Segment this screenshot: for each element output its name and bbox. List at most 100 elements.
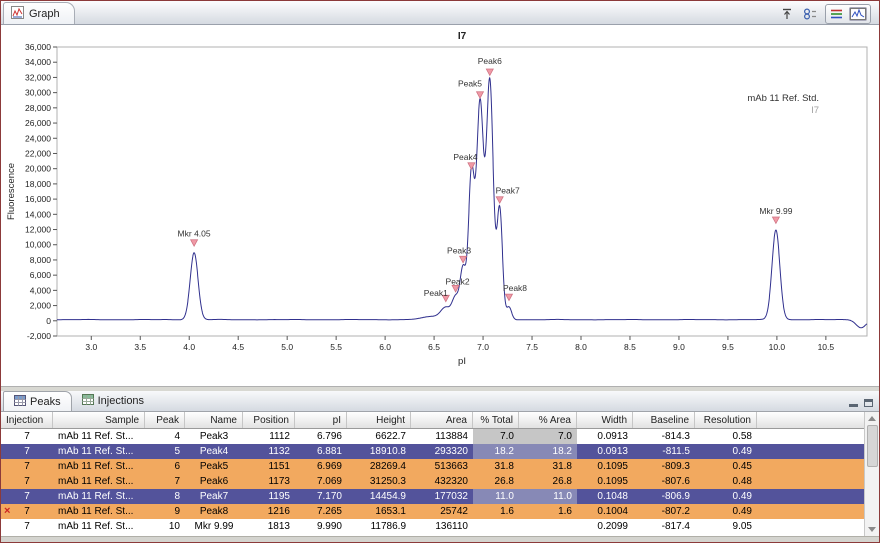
svg-text:10.0: 10.0	[769, 342, 786, 352]
table-row[interactable]: 7 mAb 11 Ref. St... 7 Peak6 1173 7.069 31250.3…	[1, 474, 864, 489]
tab-injections[interactable]: Injections	[72, 391, 154, 411]
maximize-icon[interactable]	[864, 399, 873, 407]
table-row[interactable]: 7 mAb 11 Ref. St... 6 Peak5 1151 6.969 28269.4…	[1, 459, 864, 474]
cell-resolution: 0.49	[732, 506, 752, 517]
svg-text:24,000: 24,000	[25, 133, 51, 143]
table-row[interactable]: 7 mAb 11 Ref. St... 8 Peak7 1195 7.170 14454.9…	[1, 489, 864, 504]
minimize-icon[interactable]	[849, 399, 858, 407]
cell-position: 1173	[268, 476, 290, 487]
column-header-sample[interactable]: Sample	[53, 412, 145, 428]
overlay-icon[interactable]	[849, 7, 867, 21]
cell-height: 18910.8	[369, 446, 406, 457]
peak-label: Mkr 9.99	[759, 206, 792, 216]
column-header-position[interactable]: Position	[243, 412, 295, 428]
cell-baseline: -809.3	[661, 461, 690, 472]
cell-area: 25742	[440, 506, 468, 517]
cell-baseline: -811.5	[662, 446, 690, 457]
cell-height: 11786.9	[370, 521, 406, 532]
pin-icon[interactable]	[780, 7, 794, 21]
results-panel: Peaks Injections Injection Sample Peak Name…	[1, 391, 879, 542]
tab-peaks[interactable]: Peaks	[3, 391, 72, 411]
cell-injection: 7	[24, 446, 30, 457]
cell-height: 1653.1	[375, 506, 406, 517]
electropherogram-chart[interactable]: I7 -2,000 0 2,000 4,000 6,000 8,000 10,000 12,00…	[1, 25, 879, 381]
legend-sample-label: mAb 11 Ref. Std.	[747, 93, 819, 104]
graph-tab-icon	[11, 5, 24, 22]
cell-sample: mAb 11 Ref. St...	[58, 521, 134, 532]
graph-panel: I7 -2,000 0 2,000 4,000 6,000 8,000 10,000 12,00…	[1, 25, 879, 387]
svg-text:2,000: 2,000	[30, 301, 52, 311]
peak-label: Peak1	[424, 288, 448, 298]
scroll-down-icon[interactable]	[868, 527, 876, 532]
column-header-injection[interactable]: Injection	[1, 412, 53, 428]
column-header-pct_total[interactable]: % Total	[473, 412, 519, 428]
column-header-baseline[interactable]: Baseline	[633, 412, 695, 428]
cell-width: 0.1048	[597, 491, 628, 502]
peak-label: Peak4	[453, 152, 477, 162]
cell-injection: 7	[24, 521, 30, 532]
tab-injections-label: Injections	[97, 395, 145, 407]
svg-text:6,000: 6,000	[30, 270, 52, 280]
svg-text:12,000: 12,000	[25, 225, 51, 235]
legend-icon[interactable]	[829, 7, 845, 21]
tab-graph-label: Graph	[29, 7, 60, 20]
column-header-pi[interactable]: pI	[295, 412, 347, 428]
svg-text:8,000: 8,000	[30, 255, 52, 265]
svg-text:22,000: 22,000	[25, 148, 51, 158]
cell-width: 0.0913	[597, 446, 628, 457]
cell-pi: 6.969	[316, 461, 342, 472]
column-header-area[interactable]: Area	[411, 412, 473, 428]
cell-pct_total: 31.8	[494, 461, 514, 472]
svg-text:30,000: 30,000	[25, 88, 51, 98]
cell-name: Peak7	[199, 491, 229, 502]
cell-filler	[757, 459, 864, 474]
svg-text:18,000: 18,000	[25, 179, 51, 189]
column-header-width[interactable]: Width	[577, 412, 633, 428]
cell-baseline: -817.4	[661, 521, 690, 532]
graph-tabbar: Graph	[1, 1, 879, 25]
table-row[interactable]: × 7 mAb 11 Ref. St... 9 Peak8 1216 7.265 1653.1…	[1, 504, 864, 519]
scroll-up-icon[interactable]	[868, 416, 876, 421]
peak-label: Peak2	[446, 276, 470, 286]
column-header-name[interactable]: Name	[185, 412, 243, 428]
chart-title: I7	[458, 31, 467, 42]
table-row[interactable]: 7 mAb 11 Ref. St... 5 Peak4 1132 6.881 18910.8…	[1, 444, 864, 459]
table-row[interactable]: 7 mAb 11 Ref. St... 4 Peak3 1112 6.796 6622.7 1…	[1, 429, 864, 444]
chart-options-group	[825, 4, 871, 24]
cell-pct_area: 26.8	[552, 476, 572, 487]
svg-text:36,000: 36,000	[25, 42, 51, 52]
column-header-resolution[interactable]: Resolution	[695, 412, 757, 428]
scrollbar-thumb[interactable]	[866, 425, 878, 467]
column-header-pct_area[interactable]: % Area	[519, 412, 577, 428]
svg-text:4,000: 4,000	[30, 285, 52, 295]
cell-peak: 7	[174, 476, 180, 487]
peak-label: Peak6	[478, 56, 502, 66]
cell-position: 1151	[268, 461, 290, 472]
column-header-filler	[757, 412, 864, 428]
cell-pct_area: 1.6	[558, 506, 572, 517]
peak-label: Peak5	[458, 79, 482, 89]
table-row[interactable]: 7 mAb 11 Ref. St... 10 Mkr 9.99 1813 9.990 117…	[1, 519, 864, 534]
svg-text:3.5: 3.5	[134, 342, 146, 352]
svg-text:8.0: 8.0	[575, 342, 587, 352]
cell-pi: 7.069	[316, 476, 342, 487]
svg-text:-2,000: -2,000	[27, 331, 51, 341]
cell-injection: × 7	[4, 505, 30, 517]
tab-graph[interactable]: Graph	[3, 2, 75, 24]
vertical-scrollbar[interactable]	[864, 412, 879, 536]
svg-text:9.0: 9.0	[673, 342, 685, 352]
cell-width: 0.0913	[597, 431, 628, 442]
svg-text:6.5: 6.5	[428, 342, 440, 352]
cell-pct_total: 26.8	[494, 476, 514, 487]
cell-baseline: -814.3	[661, 431, 690, 442]
cell-pct_total: 7.0	[473, 429, 519, 444]
column-header-peak[interactable]: Peak	[145, 412, 185, 428]
cell-position: 1195	[268, 491, 290, 502]
cell-sample: mAb 11 Ref. St...	[58, 491, 134, 502]
marker-settings-icon[interactable]	[802, 7, 817, 21]
column-header-height[interactable]: Height	[347, 412, 411, 428]
cell-sample: mAb 11 Ref. St...	[58, 476, 134, 487]
cell-baseline: -807.2	[661, 506, 690, 517]
cell-pct_area: 7.0	[519, 429, 577, 444]
svg-text:5.5: 5.5	[330, 342, 342, 352]
